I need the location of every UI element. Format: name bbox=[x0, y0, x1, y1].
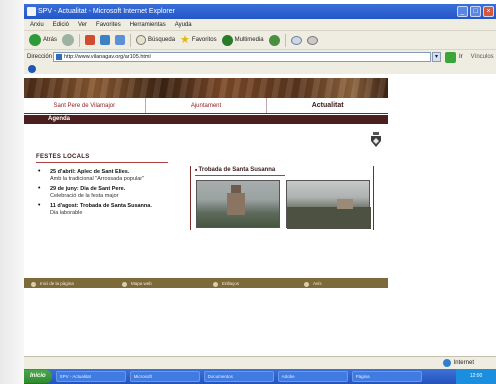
zone-label: Internet bbox=[453, 360, 474, 366]
minimize-button[interactable]: _ bbox=[457, 6, 468, 17]
back-button[interactable]: Atrás bbox=[29, 34, 57, 46]
event-subtitle: Amb la tradicional "Arrossada popular" bbox=[50, 175, 145, 182]
security-zone: Internet bbox=[442, 357, 474, 369]
menu-item-arxiu[interactable]: Arxiu bbox=[30, 19, 44, 30]
window-titlebar[interactable]: SPV - Actualitat - Microsoft Internet Ex… bbox=[24, 4, 496, 19]
agenda-bar[interactable]: Agenda bbox=[24, 115, 388, 124]
house-shape bbox=[337, 199, 353, 209]
site-nav: Sant Pere de Vilamajor Ajuntament Actual… bbox=[24, 98, 388, 114]
toolbar-separator bbox=[284, 33, 286, 47]
list-item: 25 d'abril: Aplec de Sant Elies. Amb la … bbox=[36, 169, 184, 182]
menu-item-edicio[interactable]: Edició bbox=[53, 19, 69, 30]
cliff-shape bbox=[287, 207, 371, 229]
taskbar-item[interactable]: Microsoft bbox=[129, 371, 200, 382]
taskbar-item[interactable]: Documentos bbox=[203, 371, 274, 382]
section-title: FESTES LOCALS bbox=[36, 154, 90, 160]
agenda-label: Agenda bbox=[48, 116, 71, 122]
favorites-label: Favoritos bbox=[191, 37, 217, 43]
landscape-photo[interactable] bbox=[286, 180, 371, 229]
mail-button[interactable] bbox=[290, 35, 302, 45]
toolbar-separator bbox=[130, 33, 132, 47]
multimedia-button[interactable]: Multimedia bbox=[221, 34, 264, 46]
print-button[interactable] bbox=[306, 35, 318, 45]
window-title: SPV - Actualitat - Microsoft Internet Ex… bbox=[38, 8, 175, 15]
footer-link-sitemap[interactable]: Mapa web bbox=[115, 281, 206, 287]
refresh-button[interactable] bbox=[100, 35, 111, 45]
search-icon bbox=[136, 35, 147, 45]
photo-panel-divider bbox=[195, 175, 285, 176]
footer-link-links[interactable]: Enllaços bbox=[206, 281, 297, 287]
footer-link-notice[interactable]: Avís bbox=[297, 281, 388, 287]
search-label: Búsqueda bbox=[148, 37, 176, 43]
nav-label-ajuntament: Ajuntament bbox=[190, 102, 222, 109]
history-button[interactable] bbox=[268, 34, 280, 46]
forward-button[interactable] bbox=[62, 34, 75, 46]
window-controls: _ □ × bbox=[457, 6, 494, 17]
go-button[interactable]: Ir bbox=[459, 54, 463, 60]
event-subtitle: Dia laborable bbox=[50, 209, 83, 216]
close-button[interactable]: × bbox=[483, 6, 494, 17]
taskbar-item[interactable]: Adobe bbox=[277, 371, 348, 382]
hermitage-tower-shape bbox=[227, 185, 245, 215]
standard-toolbar: Atrás Búsqueda ★ Favoritos Multimedia bbox=[24, 31, 496, 50]
system-tray-clock: 12:00 bbox=[456, 369, 496, 384]
star-icon: ★ bbox=[180, 33, 190, 46]
links-button[interactable]: Vínculos bbox=[471, 54, 494, 60]
site-footer-bar: Inici de la pàgina Mapa web Enllaços Aví… bbox=[24, 278, 388, 288]
nav-item-actualitat[interactable]: Actualitat bbox=[267, 98, 388, 113]
coat-of-arms-icon bbox=[371, 132, 381, 147]
menu-item-tools[interactable]: Herramientas bbox=[130, 19, 166, 30]
address-input[interactable]: http://www.vilanagav.org/ar105.html bbox=[53, 52, 431, 62]
back-arrow-icon bbox=[29, 34, 41, 46]
page-strip bbox=[24, 64, 496, 74]
nav-label-home: Sant Pere de Vilamajor bbox=[53, 102, 116, 109]
address-dropdown-button[interactable]: ▾ bbox=[432, 52, 441, 62]
photo-border bbox=[0, 0, 24, 384]
ie-window-icon bbox=[27, 7, 36, 16]
multimedia-label: Multimedia bbox=[234, 37, 264, 43]
taskbar: Inicio SPV - Actualitat Microsoft Docume… bbox=[24, 369, 496, 384]
nav-item-home[interactable]: Sant Pere de Vilamajor bbox=[24, 98, 146, 113]
photo-panel: Trobada de Santa Susanna bbox=[190, 166, 374, 230]
start-button[interactable]: Inicio bbox=[24, 370, 52, 383]
event-subtitle: Celebració de la festa major bbox=[50, 192, 119, 199]
back-label: Atrás bbox=[43, 37, 58, 43]
menu-bar: Arxiu Edició Ver Favorites Herramientas … bbox=[24, 19, 496, 31]
photo-panel-title: Trobada de Santa Susanna bbox=[195, 167, 276, 173]
status-bar: Internet bbox=[24, 356, 496, 369]
taskbar-item[interactable]: SPV - Actualitat bbox=[55, 371, 126, 382]
toolbar-separator bbox=[79, 33, 81, 47]
media-icon bbox=[221, 34, 233, 46]
menu-item-favorites[interactable]: Favorites bbox=[96, 19, 121, 30]
nav-item-ajuntament[interactable]: Ajuntament bbox=[146, 98, 268, 113]
page-content[interactable]: Sant Pere de Vilamajor Ajuntament Actual… bbox=[24, 74, 496, 356]
menu-item-help[interactable]: Ayuda bbox=[175, 19, 192, 30]
go-arrow-icon[interactable] bbox=[445, 51, 456, 63]
home-button[interactable] bbox=[115, 35, 126, 45]
taskbar-item[interactable]: Página bbox=[351, 371, 422, 382]
site-banner-image bbox=[24, 78, 388, 98]
footer-link-top[interactable]: Inici de la pàgina bbox=[24, 281, 115, 287]
nav-label-actualitat: Actualitat bbox=[311, 102, 344, 109]
address-bar: Dirección http://www.vilanagav.org/ar105… bbox=[24, 50, 496, 64]
section-divider bbox=[36, 162, 168, 163]
address-label: Dirección bbox=[27, 54, 53, 60]
maximize-button[interactable]: □ bbox=[470, 6, 481, 17]
globe-icon bbox=[442, 359, 451, 367]
page-icon bbox=[56, 54, 62, 60]
ie-logo-icon bbox=[28, 65, 36, 73]
stop-button[interactable] bbox=[85, 35, 96, 45]
address-url: http://www.vilanagav.org/ar105.html bbox=[64, 54, 151, 60]
list-item: 29 de juny: Dia de Sant Pere. Celebració… bbox=[36, 186, 184, 199]
favorites-button[interactable]: ★ Favoritos bbox=[180, 33, 217, 46]
list-item: 11 d'agost: Trobada de Santa Susanna. Di… bbox=[36, 203, 184, 216]
events-list: 25 d'abril: Aplec de Sant Elies. Amb la … bbox=[36, 169, 184, 220]
menu-item-ver[interactable]: Ver bbox=[78, 19, 87, 30]
hermitage-photo[interactable] bbox=[196, 180, 280, 228]
search-button[interactable]: Búsqueda bbox=[136, 35, 175, 45]
